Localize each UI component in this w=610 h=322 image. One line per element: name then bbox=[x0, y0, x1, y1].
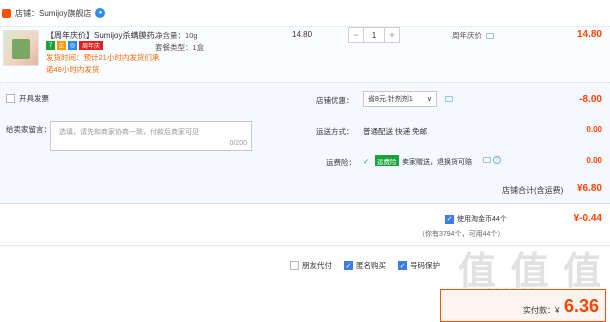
coin-checkbox[interactable]: ✓ bbox=[445, 214, 454, 224]
qty-minus-button[interactable]: − bbox=[349, 28, 363, 42]
final-amount: 6.36 bbox=[563, 296, 599, 316]
discount-select-value: 省8元:针剂剂1 bbox=[368, 96, 413, 103]
qty-input[interactable]: 1 bbox=[363, 28, 385, 42]
friend-pay-checkbox[interactable] bbox=[290, 261, 299, 270]
item-tags: 7 正 ◎ 周年庆 bbox=[46, 41, 104, 50]
item-total: 14.80 bbox=[576, 29, 602, 40]
order-page: 店铺：Sumijoy旗舰店 ● 【周年庆价】Sumijoy杀螨膜药... 7 正… bbox=[0, 0, 610, 322]
shipping-label: 运送方式： bbox=[316, 127, 354, 136]
final-total-box: 实付款：¥ 6.36 bbox=[440, 289, 606, 322]
shop-discount-label: 店铺优惠： bbox=[316, 96, 354, 105]
invoice-label: 开具发票 bbox=[19, 94, 49, 103]
authentic-icon: 正 bbox=[57, 41, 66, 50]
product-box-image bbox=[12, 39, 30, 59]
anonymous-option[interactable]: ✓ 匿名购买 bbox=[344, 260, 386, 271]
shop-name[interactable]: 店铺：Sumijoy旗舰店 bbox=[15, 8, 91, 19]
help-icon[interactable]: ? bbox=[493, 156, 501, 164]
message-char-count: 0/200 bbox=[229, 140, 247, 147]
insurance-label: 运费险： bbox=[326, 158, 356, 167]
coin-deduction: ¥-0.44 bbox=[573, 213, 602, 224]
ship-48h-text: 诺48小时内发货 bbox=[46, 65, 100, 74]
protect-label: 号码保护 bbox=[410, 261, 440, 270]
seller-message-input[interactable]: 选填，请先和商家协商一致，付款后商家可见 0/200 bbox=[50, 121, 252, 151]
invoice-checkbox[interactable] bbox=[6, 94, 15, 103]
sku-weight: 净含量：10g bbox=[155, 31, 198, 40]
shop-discount-value: -8.00 bbox=[579, 94, 602, 105]
item-row: 【周年庆价】Sumijoy杀螨膜药... 7 正 ◎ 周年庆 发货时间：预计21… bbox=[0, 26, 610, 82]
protect-checkbox[interactable]: ✓ bbox=[398, 261, 407, 270]
chat-bubble-icon[interactable] bbox=[486, 33, 494, 40]
invoice-option[interactable]: 开具发票 bbox=[6, 93, 49, 104]
check-icon: ✓ bbox=[363, 157, 370, 166]
qty-plus-button[interactable]: + bbox=[385, 28, 399, 42]
promo-text: 周年庆价 bbox=[452, 31, 482, 40]
insurance-tag: 运费险 bbox=[375, 155, 399, 166]
number-protect-option[interactable]: ✓ 号码保护 bbox=[398, 260, 440, 271]
promo-label: 周年庆价 bbox=[452, 30, 494, 41]
message-label: 给卖家留言： bbox=[6, 125, 51, 134]
coin-label: 使用淘金币44个 bbox=[457, 216, 507, 223]
shop-total-row: 店铺合计(含运费) ¥6.80 bbox=[0, 180, 610, 204]
shop-total-label: 店铺合计(含运费) bbox=[502, 186, 564, 195]
bottom-options: 朋友代付 ✓ 匿名购买 ✓ 号码保护 bbox=[290, 260, 440, 271]
shop-total-value: ¥6.80 bbox=[576, 183, 602, 194]
product-thumbnail[interactable] bbox=[3, 30, 39, 66]
shipping-method: 普通配送 快递 免邮 bbox=[363, 127, 428, 136]
chat-bubble-icon[interactable] bbox=[483, 157, 491, 163]
quantity-stepper: − 1 + bbox=[348, 27, 400, 43]
insurance-icons: ? bbox=[483, 156, 501, 164]
shipping-fee: 0.00 bbox=[586, 125, 602, 134]
friend-pay-option[interactable]: 朋友代付 bbox=[290, 260, 332, 271]
insurance-fee: 0.00 bbox=[586, 156, 602, 165]
anniversary-badge: 周年庆 bbox=[79, 41, 104, 50]
anonymous-label: 匿名购买 bbox=[356, 261, 386, 270]
discount-info-icon[interactable] bbox=[445, 95, 453, 104]
ship-time-text: 发货时间：预计21小时内发货们承 bbox=[46, 53, 160, 62]
taobao-coin-option[interactable]: ✓ 使用淘金币44个 bbox=[445, 214, 507, 224]
store-icon bbox=[2, 8, 11, 18]
anonymous-checkbox[interactable]: ✓ bbox=[344, 261, 353, 270]
insurance-text: 卖家赠送，退换货可赔 bbox=[402, 159, 472, 166]
shop-discount-select[interactable]: 省8元:针剂剂1 ∨ bbox=[363, 91, 437, 107]
wangwang-chat-icon[interactable]: ● bbox=[95, 8, 106, 18]
chevron-down-icon: ∨ bbox=[426, 96, 432, 103]
sku-pack: 套餐类型：1盒 bbox=[155, 43, 205, 52]
friend-pay-label: 朋友代付 bbox=[302, 261, 332, 270]
item-title[interactable]: 【周年庆价】Sumijoy杀螨膜药... bbox=[46, 30, 161, 41]
order-options: 开具发票 店铺优惠： 省8元:针剂剂1 ∨ -8.00 给卖家留言： 选填，请先… bbox=[0, 82, 610, 180]
message-placeholder: 选填，请先和商家协商一致，付款后商家可见 bbox=[59, 129, 199, 136]
shop-header: 店铺：Sumijoy旗舰店 ● bbox=[0, 0, 610, 26]
coin-available: （你有3794个，可用44个） bbox=[418, 231, 505, 238]
seven-day-return-icon: 7 bbox=[46, 41, 55, 50]
final-label: 实付款：¥ bbox=[523, 306, 560, 315]
shield-icon: ◎ bbox=[68, 41, 77, 50]
unit-price: 14.80 bbox=[292, 30, 313, 39]
